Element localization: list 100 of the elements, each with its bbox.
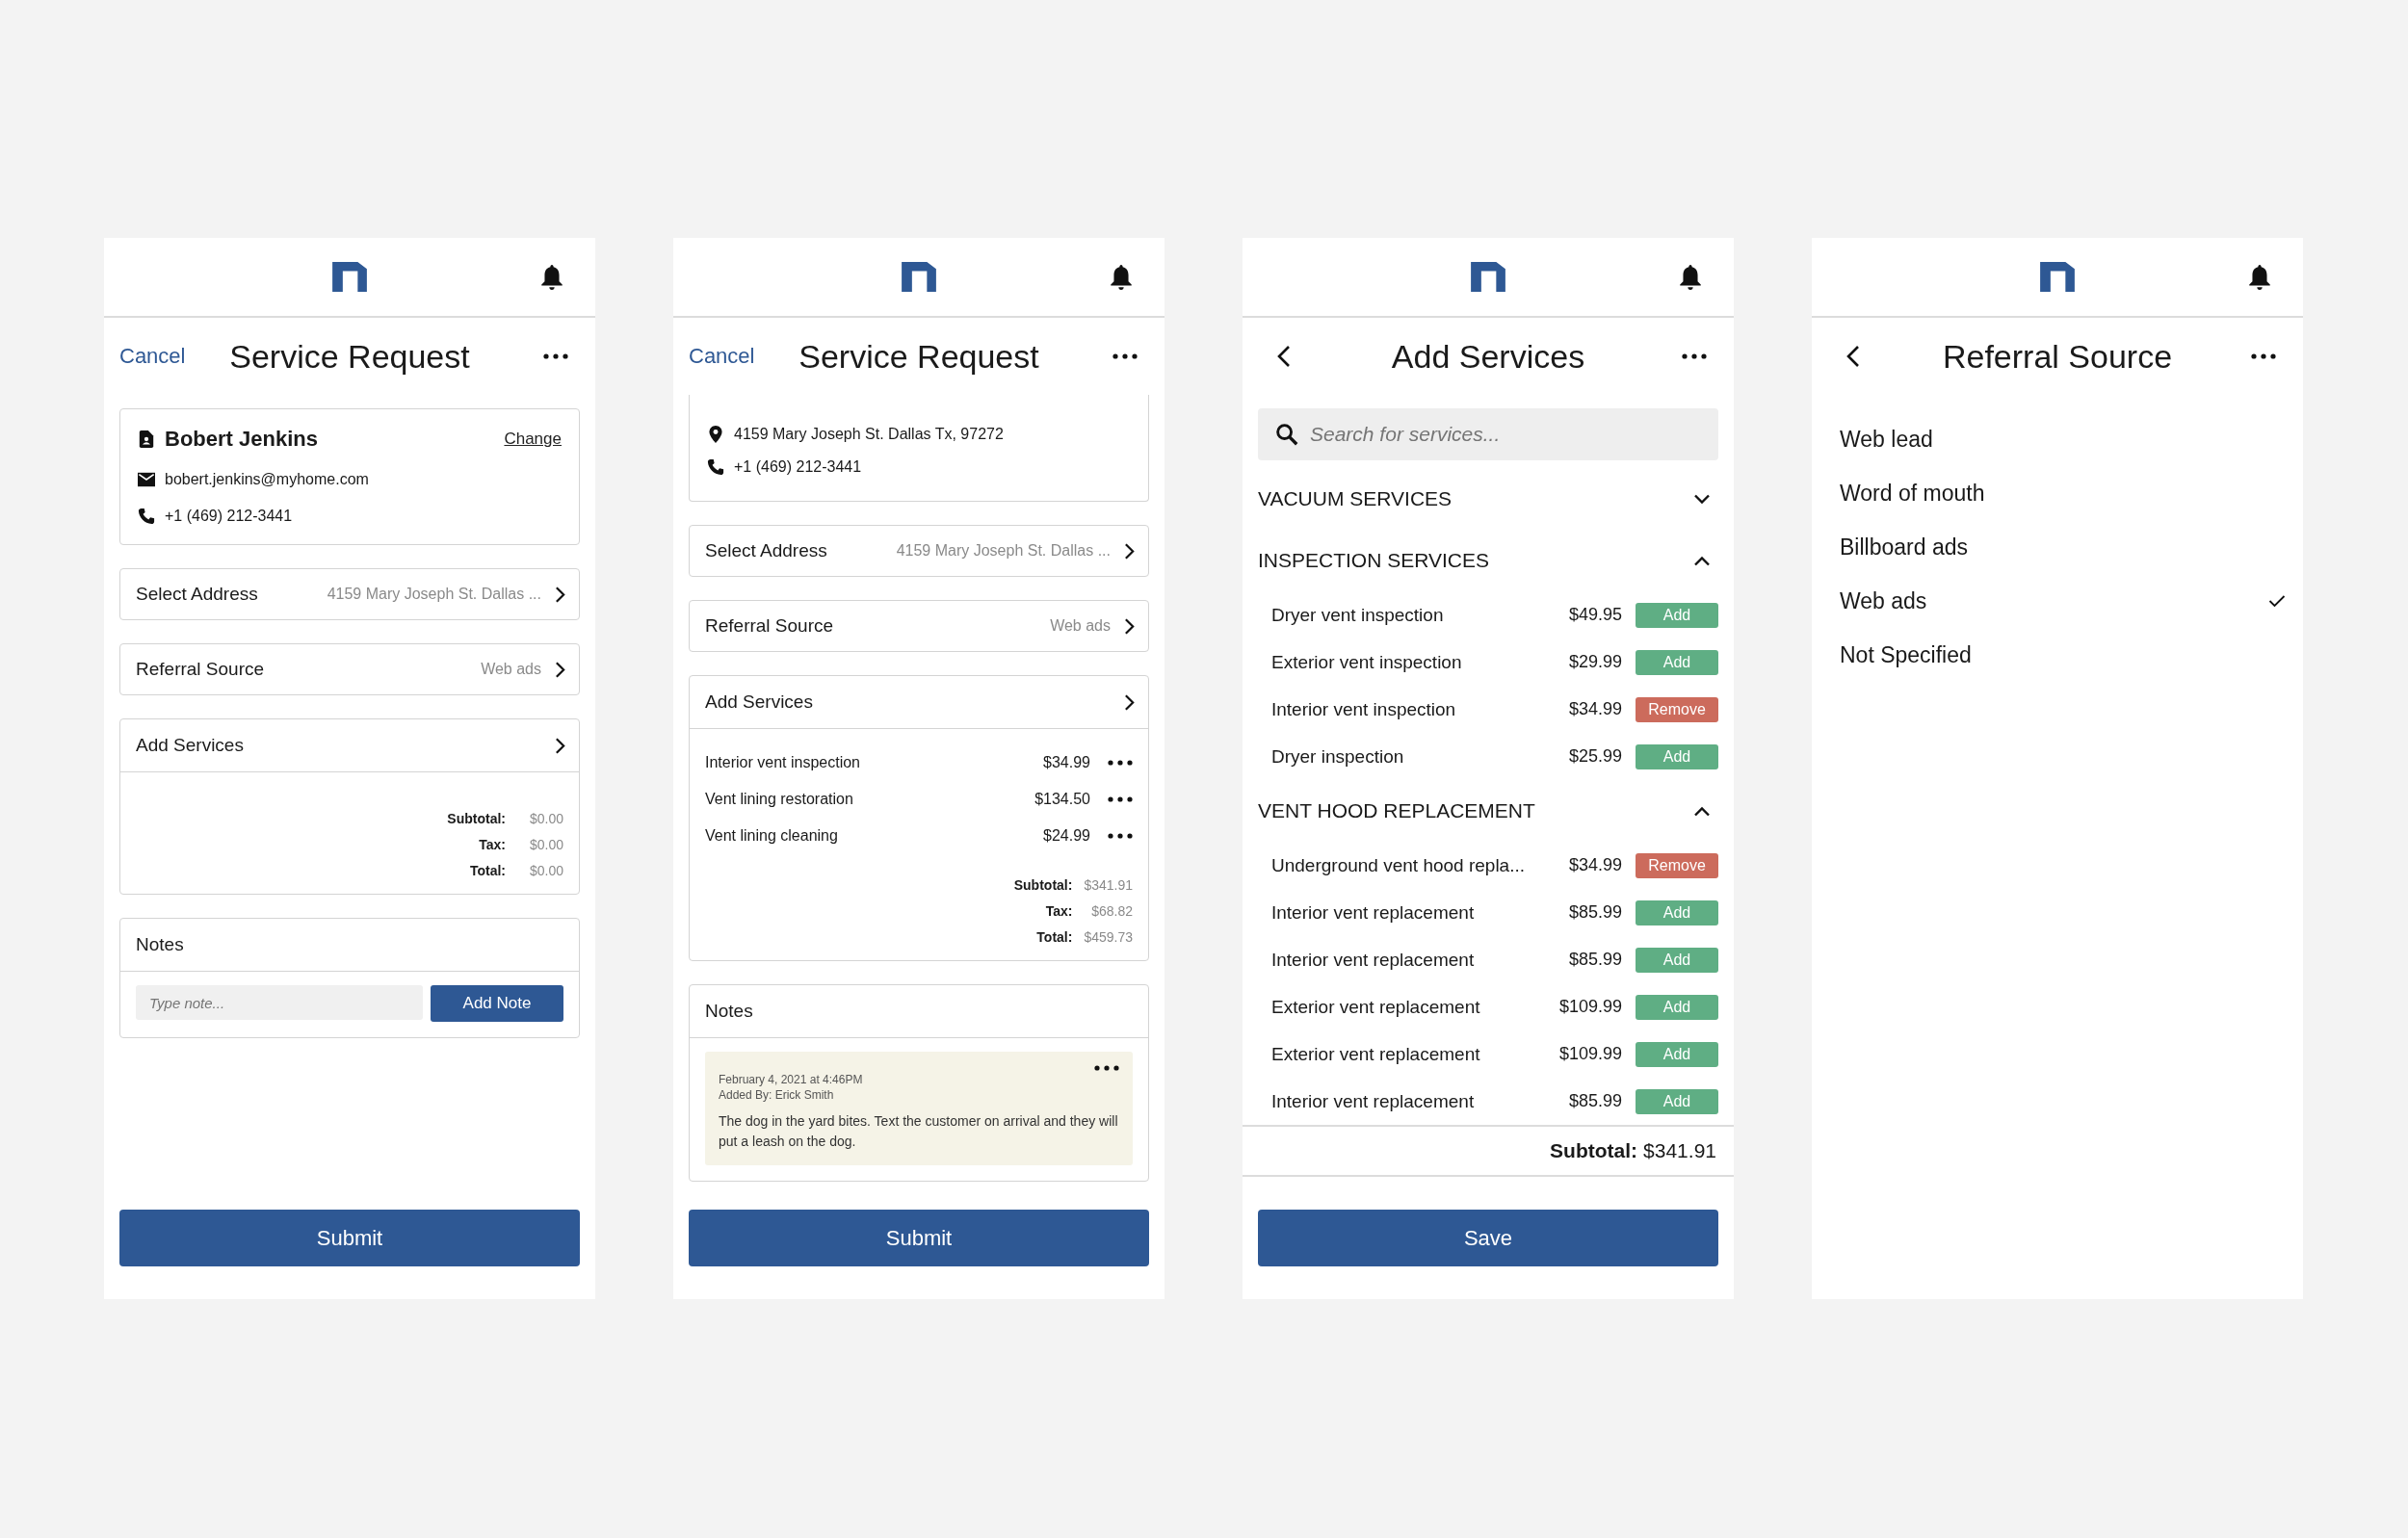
logo-icon	[2040, 262, 2075, 292]
total-value: $341.91	[1084, 877, 1133, 893]
chevron-right-icon	[555, 585, 565, 604]
service-name: Interior vent replacement	[1271, 1090, 1476, 1112]
submit-button[interactable]: Submit	[689, 1210, 1149, 1266]
chevron-right-icon	[1124, 616, 1135, 636]
option-item[interactable]: Web ads	[1840, 574, 2286, 628]
category-title: INSPECTION SERVICES	[1258, 549, 1489, 572]
option-item[interactable]: Billboard ads	[1840, 520, 2286, 574]
contact-detail: bobert.jenkins@myhome.com	[165, 471, 369, 488]
screen-title: Referral Source	[1941, 337, 2174, 376]
option-item[interactable]: Word of mouth	[1840, 466, 2286, 520]
note-input-field[interactable]: Type note...	[136, 985, 423, 1020]
service-name: Interior vent inspection	[1271, 698, 1457, 720]
bell-icon[interactable]	[1678, 264, 1703, 291]
more-icon[interactable]	[543, 353, 568, 359]
option-item[interactable]: Not Specified	[1840, 628, 2286, 682]
total-value: $0.00	[528, 811, 563, 826]
total-label: Tax:	[479, 837, 506, 852]
service-price: $134.50	[1034, 791, 1090, 808]
row-value: Web ads	[1050, 617, 1111, 635]
category-header[interactable]: VENT HOOD REPLACEMENT	[1258, 780, 1718, 842]
logo-icon	[1471, 262, 1505, 292]
change-link[interactable]: Change	[504, 430, 562, 449]
more-icon[interactable]	[1112, 353, 1138, 359]
more-icon[interactable]	[1108, 833, 1133, 839]
logo-icon	[902, 262, 936, 292]
category-header[interactable]: VACUUM SERVICES	[1258, 468, 1718, 530]
contact-detail: 4159 Mary Joseph St. Dallas Tx, 97272	[734, 426, 1004, 443]
note-text: The dog in the yard bites. Text the customer on arrival and they will put a leash on the dog.	[719, 1112, 1119, 1151]
cancel-link[interactable]: Cancel	[119, 344, 186, 369]
service-price: $24.99	[1043, 827, 1090, 845]
total-label: Total:	[469, 863, 506, 878]
service-name: Exterior vent replacement	[1271, 996, 1481, 1018]
service-name: Exterior vent inspection	[1271, 651, 1463, 673]
row-value: Web ads	[481, 661, 541, 678]
service-price: $34.99	[1568, 855, 1622, 875]
phone-icon	[138, 508, 155, 525]
screen-title: Service Request	[798, 337, 1040, 376]
service-price: $29.99	[1568, 652, 1622, 672]
remove-button[interactable]: Remove	[1636, 696, 1718, 722]
subtotal-value: $341.91	[1643, 1139, 1716, 1162]
total-label: Total:	[1036, 929, 1073, 945]
service-name: Dryer inspection	[1271, 745, 1405, 768]
search-field[interactable]: Search for services...	[1258, 408, 1718, 460]
category-header[interactable]: INSPECTION SERVICES	[1258, 530, 1718, 591]
category-title: VACUUM SERVICES	[1258, 487, 1453, 510]
bell-icon[interactable]	[2247, 264, 2272, 291]
row-label: Referral Source	[705, 615, 835, 637]
back-icon[interactable]	[1277, 345, 1291, 368]
service-name: Underground vent hood repla...	[1271, 854, 1526, 876]
submit-button[interactable]: Submit	[119, 1210, 580, 1266]
remove-button[interactable]: Remove	[1636, 852, 1718, 878]
service-price: $85.99	[1568, 950, 1622, 970]
selection-row[interactable]: Select Address 4159 Mary Joseph St. Dallas ...	[689, 525, 1149, 577]
more-icon[interactable]	[1094, 1065, 1119, 1071]
cancel-link[interactable]: Cancel	[689, 344, 755, 369]
row-label: Referral Source	[136, 659, 266, 680]
row-label: Select Address	[705, 540, 828, 561]
more-icon[interactable]	[1108, 796, 1133, 802]
customer-name: Bobert Jenkins	[165, 427, 319, 452]
service-price: $49.95	[1568, 605, 1622, 625]
total-value: $0.00	[528, 863, 563, 878]
service-price: $34.99	[1043, 754, 1090, 771]
contact-detail: +1 (469) 212-3441	[165, 508, 293, 525]
add-services-row[interactable]: Add Services	[120, 719, 579, 772]
save-button[interactable]: Save	[1258, 1210, 1718, 1266]
contact-detail: +1 (469) 212-3441	[734, 458, 862, 476]
total-value: $459.73	[1084, 929, 1133, 945]
subtotal-label: Subtotal:	[1550, 1139, 1638, 1162]
add-note-button[interactable]: Add Note	[431, 985, 563, 1022]
service-price: $34.99	[1568, 699, 1622, 719]
service-price: $25.99	[1568, 746, 1622, 767]
add-services-row[interactable]: Add Services	[690, 676, 1148, 729]
more-icon[interactable]	[1682, 353, 1707, 359]
service-name: Vent lining cleaning	[705, 827, 839, 845]
row-label: Select Address	[136, 584, 259, 605]
logo-icon	[332, 262, 367, 292]
selection-row[interactable]: Referral Source Web ads	[119, 643, 580, 695]
service-price: $109.99	[1558, 1044, 1622, 1064]
more-icon[interactable]	[2251, 353, 2276, 359]
screen-title: Add Services	[1390, 337, 1586, 376]
service-name: Exterior vent replacement	[1271, 1043, 1481, 1065]
search-icon	[1275, 423, 1298, 446]
service-name: Vent lining restoration	[705, 791, 854, 808]
back-icon[interactable]	[1846, 345, 1860, 368]
selection-row[interactable]: Referral Source Web ads	[689, 600, 1149, 652]
more-icon[interactable]	[1108, 760, 1133, 766]
service-name: Interior vent inspection	[705, 754, 861, 771]
service-name: Interior vent replacement	[1271, 901, 1476, 924]
total-value: $0.00	[528, 837, 563, 852]
notes-heading: Notes	[136, 934, 185, 955]
selection-row[interactable]: Select Address 4159 Mary Joseph St. Dallas ...	[119, 568, 580, 620]
bell-icon[interactable]	[1109, 264, 1134, 291]
service-price: $85.99	[1568, 902, 1622, 923]
option-item[interactable]: Web lead	[1840, 412, 2286, 466]
total-label: Subtotal:	[447, 811, 506, 826]
bell-icon[interactable]	[539, 264, 564, 291]
row-label: Add Services	[136, 735, 245, 756]
chevron-right-icon	[555, 660, 565, 679]
